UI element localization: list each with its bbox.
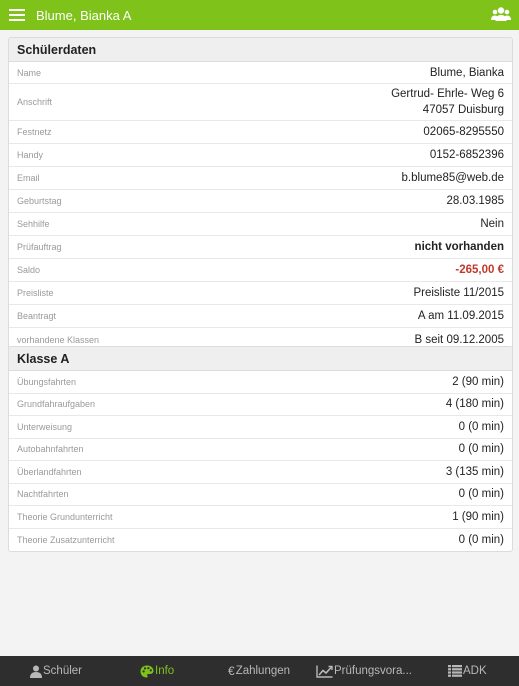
row-label: Autobahnfahrten: [17, 444, 84, 455]
row-instruction: Unterweisung 0 (0 min): [9, 416, 512, 439]
tab-label: Schüler: [43, 665, 82, 677]
row-value: 0 (0 min): [458, 488, 504, 501]
row-label: Name: [17, 67, 42, 78]
row-value: Preisliste 11/2015: [413, 287, 504, 299]
row-label: Unterweisung: [17, 421, 73, 432]
address-street: Gertrud- Ehrle- Weg 6: [391, 88, 504, 100]
tab-info[interactable]: Info: [140, 656, 174, 686]
row-theory-basic: Theorie Grundunterricht 1 (90 min): [9, 506, 512, 529]
euro-icon: €: [228, 664, 235, 678]
hamburger-menu-icon: [9, 9, 25, 21]
row-label: Handy: [17, 150, 44, 160]
tab-label: Prüfungsvora...: [334, 665, 412, 677]
row-value[interactable]: 02065-8295550: [423, 126, 504, 138]
row-landline: Festnetz 02065-8295550: [9, 121, 512, 144]
row-price-list: Preisliste Preisliste 11/2015: [9, 282, 512, 305]
row-glasses: Sehhilfe Nein: [9, 213, 512, 236]
row-value: 2 (90 min): [452, 375, 504, 388]
row-email: Email b.blume85@web.de: [9, 167, 512, 190]
row-address: Anschrift Gertrud- Ehrle- Weg 6 47057 Du…: [9, 84, 512, 121]
row-label: Saldo: [17, 265, 41, 275]
row-value: nicht vorhanden: [414, 241, 504, 253]
tab-adk[interactable]: ADK: [448, 656, 487, 686]
row-highway-drives: Autobahnfahrten 0 (0 min): [9, 439, 512, 461]
tab-zahlungen[interactable]: € Zahlungen: [228, 656, 290, 686]
row-label: Geburtstag: [17, 196, 62, 206]
address-city: 47057 Duisburg: [422, 104, 504, 116]
student-data-card: Schülerdaten Name Blume, Bianka Anschrif…: [8, 37, 513, 352]
row-value[interactable]: b.blume85@web.de: [402, 172, 504, 184]
row-applied: Beantragt A am 11.09.2015: [9, 305, 512, 328]
row-label: Theorie Grundunterricht: [17, 511, 113, 522]
row-label: Theorie Zusatzunterricht: [17, 534, 115, 545]
row-value: 28.03.1985: [446, 195, 504, 207]
row-label: vorhandene Klassen: [17, 334, 100, 345]
bottom-tab-bar: Schüler Info € Zahlungen Prüfungsvora...: [0, 656, 519, 686]
row-value: -265,00 €: [455, 264, 504, 276]
row-label: Überlandfahrten: [17, 466, 82, 477]
row-value: 3 (135 min): [445, 465, 504, 478]
person-icon: [30, 665, 42, 678]
class-a-heading: Klasse A: [9, 347, 512, 371]
row-label: Grundfahraufgaben: [17, 399, 96, 410]
row-value: 1 (90 min): [452, 510, 504, 523]
users-button[interactable]: [491, 5, 511, 25]
tab-pruefung[interactable]: Prüfungsvora...: [316, 656, 412, 686]
row-label: Sehhilfe: [17, 219, 50, 229]
row-night-drives: Nachtfahrten 0 (0 min): [9, 484, 512, 506]
row-practice-drives: Übungsfahrten 2 (90 min): [9, 371, 512, 394]
list-icon: [448, 665, 462, 677]
row-value: Blume, Bianka: [429, 66, 504, 79]
top-bar: Blume, Bianka A: [0, 0, 519, 30]
row-label: Email: [17, 173, 40, 183]
row-label: Übungsfahrten: [17, 376, 77, 387]
row-value: 0 (0 min): [458, 443, 504, 456]
row-label: Beantragt: [17, 311, 57, 321]
row-theory-additional: Theorie Zusatzunterricht 0 (0 min): [9, 529, 512, 552]
row-value: 4 (180 min): [445, 398, 504, 411]
row-value[interactable]: 0152-6852396: [430, 149, 504, 161]
trend-chart-icon: [316, 665, 333, 678]
tab-label: Info: [155, 665, 175, 677]
row-name: Name Blume, Bianka: [9, 62, 512, 84]
palette-icon: [140, 665, 154, 677]
tab-schueler[interactable]: Schüler: [30, 656, 82, 686]
row-overland-drives: Überlandfahrten 3 (135 min): [9, 461, 512, 484]
menu-button[interactable]: [0, 0, 34, 30]
row-basic-tasks: Grundfahraufgaben 4 (180 min): [9, 394, 512, 416]
row-value: 0 (0 min): [458, 533, 504, 546]
student-data-heading: Schülerdaten: [9, 38, 512, 62]
tab-label: ADK: [463, 665, 487, 677]
row-label: Anschrift: [17, 97, 53, 107]
row-value: Nein: [480, 218, 504, 230]
row-value: A am 11.09.2015: [417, 310, 504, 322]
class-a-card: Klasse A Übungsfahrten 2 (90 min) Grundf…: [8, 346, 513, 552]
row-value: B seit 09.12.2005: [414, 333, 504, 346]
tab-label: Zahlungen: [235, 665, 291, 677]
row-mobile: Handy 0152-6852396: [9, 144, 512, 167]
row-label: Prüfauftrag: [17, 242, 62, 252]
row-label: Festnetz: [17, 127, 52, 137]
row-exam-order: Prüfauftrag nicht vorhanden: [9, 236, 512, 259]
page-title: Blume, Bianka A: [36, 7, 132, 23]
row-label: Nachtfahrten: [17, 489, 69, 500]
row-label: Preisliste: [17, 288, 54, 298]
row-birthday: Geburtstag 28.03.1985: [9, 190, 512, 213]
row-value: 0 (0 min): [458, 420, 504, 433]
row-value: Gertrud- Ehrle- Weg 6 47057 Duisburg: [391, 86, 504, 118]
users-group-icon: [491, 7, 511, 21]
row-balance: Saldo -265,00 €: [9, 259, 512, 282]
